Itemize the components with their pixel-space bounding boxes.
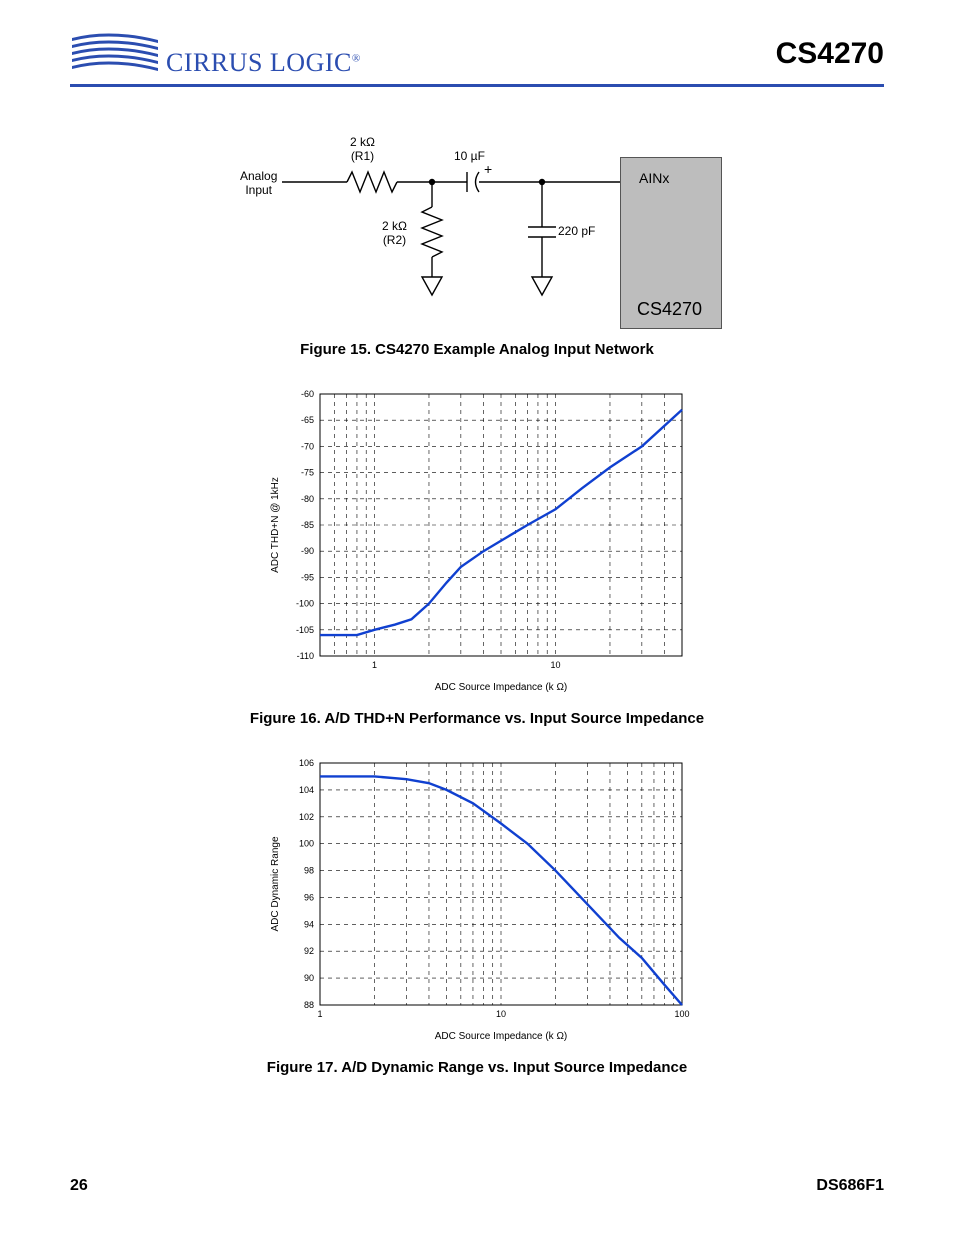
svg-text:106: 106 — [299, 758, 314, 768]
svg-text:94: 94 — [304, 919, 314, 929]
svg-text:88: 88 — [304, 1000, 314, 1010]
page-header: CIRRUS LOGIC® CS4270 — [70, 30, 884, 87]
page-number: 26 — [70, 1177, 88, 1195]
svg-text:-105: -105 — [296, 625, 314, 635]
figure-17-chart: 88 90 92 94 96 98 100 102 104 106 1 10 100 ADC Source… — [262, 755, 692, 1045]
svg-text:104: 104 — [299, 785, 314, 795]
svg-text:-95: -95 — [301, 572, 314, 582]
label-r2: 2 kΩ (R2) — [382, 219, 407, 247]
svg-text:ADC Source Impedance (k Ω): ADC Source Impedance (k Ω) — [435, 1031, 568, 1042]
label-c1: 10 µF — [454, 149, 485, 163]
label-r1: 2 kΩ (R1) — [350, 135, 375, 163]
svg-text:-110: -110 — [297, 651, 314, 661]
svg-text:96: 96 — [304, 892, 314, 902]
figure-15-schematic: Analog Input 2 kΩ (R1) 2 kΩ (R2) 10 µF +… — [232, 127, 722, 327]
svg-text:ADC THD+N @ 1kHz: ADC THD+N @ 1kHz — [270, 477, 281, 573]
svg-text:-65: -65 — [301, 415, 314, 425]
page-footer: 26 DS686F1 — [70, 1177, 884, 1195]
svg-text:-100: -100 — [296, 599, 314, 609]
svg-text:98: 98 — [304, 866, 314, 876]
svg-text:1: 1 — [317, 1009, 322, 1019]
part-number: CS4270 — [776, 37, 884, 71]
label-c2: 220 pF — [558, 224, 595, 238]
svg-text:-75: -75 — [301, 468, 314, 478]
svg-text:-90: -90 — [301, 546, 314, 556]
chip-box: AINx CS4270 — [620, 157, 722, 329]
brand-text: CIRRUS LOGIC® — [166, 48, 361, 78]
svg-text:100: 100 — [674, 1009, 689, 1019]
svg-text:ADC Dynamic Range: ADC Dynamic Range — [270, 836, 281, 931]
svg-text:92: 92 — [304, 946, 314, 956]
figure-15-caption: Figure 15. CS4270 Example Analog Input N… — [70, 341, 884, 358]
svg-text:10: 10 — [550, 660, 560, 670]
chip-name: CS4270 — [637, 299, 702, 320]
figure-16-chart: -110 -105 -100 -95 -90 -85 -80 -75 -70 -65 -60 1 10 A… — [262, 386, 692, 696]
svg-text:1: 1 — [372, 660, 377, 670]
svg-text:-80: -80 — [301, 494, 314, 504]
svg-text:100: 100 — [299, 839, 314, 849]
svg-text:102: 102 — [299, 812, 314, 822]
svg-text:-85: -85 — [301, 520, 314, 530]
logo-swoosh-icon — [70, 30, 160, 78]
svg-text:90: 90 — [304, 973, 314, 983]
svg-text:ADC Source Impedance (k Ω): ADC Source Impedance (k Ω) — [435, 682, 568, 693]
svg-text:10: 10 — [496, 1009, 506, 1019]
label-analog-input: Analog Input — [240, 169, 277, 197]
figure-17-caption: Figure 17. A/D Dynamic Range vs. Input S… — [70, 1059, 884, 1076]
label-plus: + — [484, 161, 492, 177]
doc-number: DS686F1 — [816, 1177, 884, 1195]
svg-text:-70: -70 — [301, 441, 314, 451]
svg-text:-60: -60 — [301, 389, 314, 399]
chip-pin-ainx: AINx — [639, 170, 669, 186]
cirrus-logo: CIRRUS LOGIC® — [70, 30, 361, 78]
figure-16-caption: Figure 16. A/D THD+N Performance vs. Inp… — [70, 710, 884, 727]
